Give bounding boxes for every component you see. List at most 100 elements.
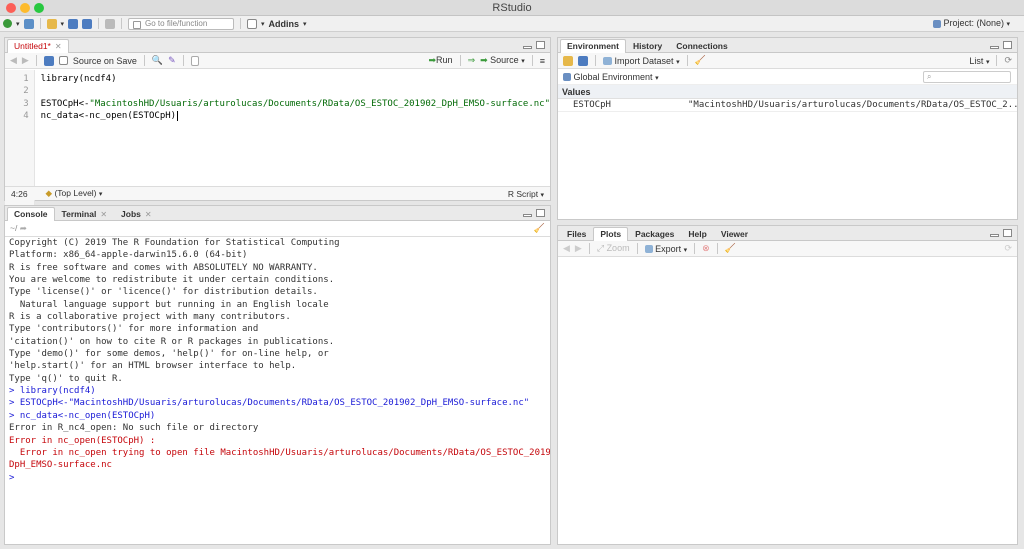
maximize-pane-icon[interactable] xyxy=(1003,229,1012,237)
tab-plots[interactable]: Plots xyxy=(593,227,629,241)
minimize-window-icon[interactable] xyxy=(20,3,30,13)
back-arrow-icon[interactable]: ◀ xyxy=(563,243,570,254)
global-env-label: Global Environment xyxy=(573,71,653,82)
clear-console-icon[interactable]: 🧹 xyxy=(534,223,545,234)
zoom-icon: ⤢ xyxy=(596,243,605,253)
global-environment-menu[interactable]: Global Environment ▾ xyxy=(563,72,659,82)
chevron-down-icon: ▾ xyxy=(1006,21,1010,28)
console-line: Error in nc_open(ESTOCpH) : xyxy=(9,435,156,446)
pane-window-controls xyxy=(990,229,1012,237)
title-bar: RStudio xyxy=(0,0,1024,16)
maximize-pane-icon[interactable] xyxy=(536,41,545,49)
divider xyxy=(996,55,998,66)
source-button[interactable]: ➡ Source ▾ xyxy=(480,55,525,66)
tab-viewer[interactable]: Viewer xyxy=(714,227,755,240)
scope-menu[interactable]: ◆ (Top Level) ▾ xyxy=(46,188,103,199)
refresh-icon[interactable]: ⟳ xyxy=(1004,55,1012,66)
close-icon[interactable]: ✕ xyxy=(55,42,62,51)
line-number: 1 xyxy=(23,74,29,84)
maximize-pane-icon[interactable] xyxy=(1003,41,1012,49)
close-icon[interactable]: ✕ xyxy=(100,210,107,219)
run-arrow-icon: ➡ xyxy=(428,55,437,65)
refresh-icon[interactable]: ⟳ xyxy=(1004,243,1012,254)
document-outline-icon[interactable]: ≡ xyxy=(540,56,545,66)
tab-environment[interactable]: Environment xyxy=(560,39,626,53)
tab-jobs[interactable]: Jobs ✕ xyxy=(114,207,159,220)
tab-packages[interactable]: Packages xyxy=(628,227,681,240)
tab-connections[interactable]: Connections xyxy=(669,39,734,52)
tab-files[interactable]: Files xyxy=(560,227,593,240)
arrow-icon[interactable]: ➦ xyxy=(20,223,27,233)
code-string: "MacintoshHD/Usuaris/arturolucas/Documen… xyxy=(89,98,550,109)
console-tab-bar: Console Terminal ✕ Jobs ✕ xyxy=(5,206,550,221)
source-tab-bar: Untitled1* ✕ xyxy=(5,38,550,53)
tab-untitled1[interactable]: Untitled1* ✕ xyxy=(7,39,69,53)
layout-grid-icon[interactable] xyxy=(247,18,258,29)
chevron-down-icon[interactable]: ▾ xyxy=(61,20,65,28)
save-all-icon[interactable] xyxy=(82,18,93,29)
save-icon[interactable] xyxy=(43,55,54,66)
code-line: ESTOCpH<-"MacintoshHD/Usuaris/arturoluca… xyxy=(41,98,550,110)
console-output[interactable]: Copyright (C) 2019 The R Foundation for … xyxy=(5,237,550,543)
console-line: Platform: x86_64-apple-darwin15.6.0 (64-… xyxy=(9,250,248,261)
environment-search-input[interactable]: ⌕ xyxy=(923,71,1011,83)
file-type-menu[interactable]: R Script ▾ xyxy=(508,189,544,199)
print-icon[interactable] xyxy=(105,18,116,29)
run-button[interactable]: ➡Run xyxy=(429,55,453,66)
new-project-icon[interactable] xyxy=(23,18,34,29)
broom-icon[interactable]: 🧹 xyxy=(695,55,706,66)
maximize-pane-icon[interactable] xyxy=(536,209,545,217)
tab-history[interactable]: History xyxy=(626,39,669,52)
back-arrow-icon[interactable]: ◀ xyxy=(10,55,17,66)
environment-row[interactable]: ESTOCpH "MacintoshHD/Usuaris/arturolucas… xyxy=(558,99,1017,112)
environment-icon xyxy=(563,73,571,82)
console-toolbar: ~/ ➦ 🧹 xyxy=(5,221,550,237)
magic-wand-icon[interactable]: ✎ xyxy=(168,55,176,66)
close-icon[interactable]: ✕ xyxy=(145,210,152,219)
tab-label: Untitled1* xyxy=(14,41,51,51)
run-label: Run xyxy=(436,55,453,65)
minimize-pane-icon[interactable] xyxy=(990,46,999,49)
view-mode-menu[interactable]: List ▾ xyxy=(969,56,989,66)
source-on-save-checkbox[interactable] xyxy=(58,56,68,65)
zoom-window-icon[interactable] xyxy=(34,3,44,13)
forward-arrow-icon[interactable]: ▶ xyxy=(22,55,29,66)
forward-arrow-icon[interactable]: ▶ xyxy=(575,243,582,254)
remove-plot-icon[interactable]: ⊗ xyxy=(702,243,710,254)
chevron-down-icon[interactable]: ▾ xyxy=(261,20,265,28)
code-editor[interactable]: 1 2 3 4 library(ncdf4) ESTOCpH<-"Macinto… xyxy=(5,70,550,224)
minimize-pane-icon[interactable] xyxy=(523,46,532,49)
export-menu[interactable]: Export ▾ xyxy=(644,244,687,254)
console-line: Type 'contributors()' for more informati… xyxy=(9,324,259,335)
open-folder-icon[interactable] xyxy=(46,18,57,29)
notebook-icon[interactable] xyxy=(190,55,199,66)
console-line: DpH_EMSO-surface.nc xyxy=(9,460,112,471)
divider xyxy=(686,55,688,66)
broom-icon[interactable]: 🧹 xyxy=(725,243,736,254)
table-icon xyxy=(603,57,612,66)
load-workspace-icon[interactable] xyxy=(563,55,573,66)
goto-file-input[interactable]: Go to file/function xyxy=(128,17,235,30)
list-label: List xyxy=(969,55,984,66)
minimize-pane-icon[interactable] xyxy=(990,234,999,237)
pane-window-controls xyxy=(523,41,545,49)
chevron-down-icon[interactable]: ▾ xyxy=(303,20,307,28)
zoom-button[interactable]: ⤢ Zoom xyxy=(597,243,630,254)
new-file-icon[interactable] xyxy=(3,19,12,28)
chevron-down-icon[interactable]: ▾ xyxy=(16,20,20,28)
tab-help[interactable]: Help xyxy=(681,227,713,240)
import-dataset-menu[interactable]: Import Dataset ▾ xyxy=(603,56,680,66)
console-line: > ESTOCpH<-"MacintoshHD/Usuaris/arturolu… xyxy=(9,398,530,409)
minimize-pane-icon[interactable] xyxy=(523,214,532,217)
project-menu[interactable]: Project: (None) ▾ xyxy=(932,18,1010,28)
tab-console[interactable]: Console xyxy=(7,207,55,221)
console-line: 'citation()' on how to cite R or R packa… xyxy=(9,336,335,347)
console-line: R is free software and comes with ABSOLU… xyxy=(9,262,318,273)
rerun-icon[interactable]: ⇒ xyxy=(468,55,476,66)
save-workspace-icon[interactable] xyxy=(578,55,588,66)
save-icon[interactable] xyxy=(68,18,79,29)
tab-terminal[interactable]: Terminal ✕ xyxy=(55,207,115,220)
search-icon[interactable]: 🔍 xyxy=(152,55,163,66)
addins-menu[interactable]: Addins xyxy=(269,19,300,29)
close-window-icon[interactable] xyxy=(6,3,16,13)
